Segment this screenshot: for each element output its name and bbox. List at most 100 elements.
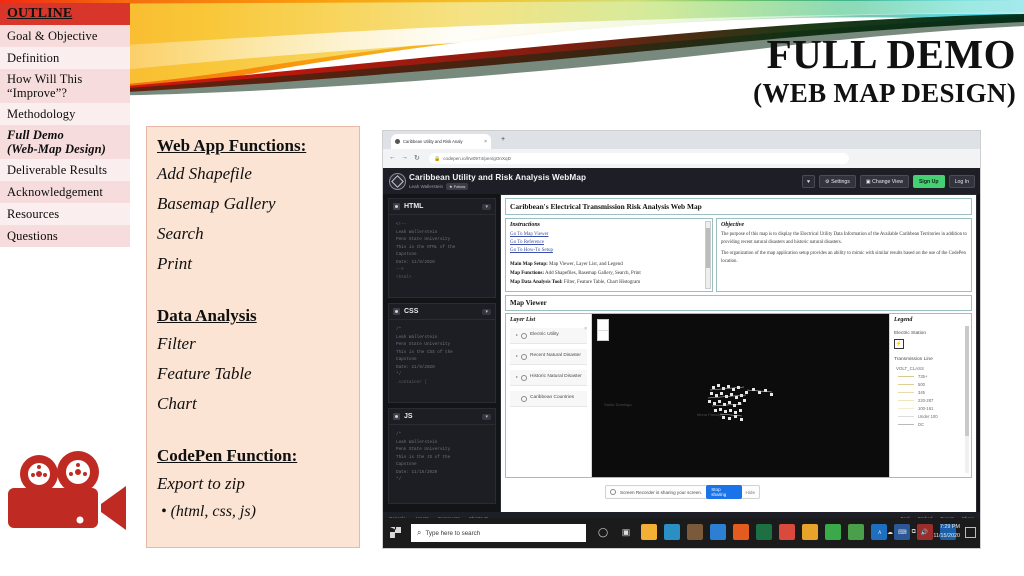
reload-icon[interactable]: ↻	[414, 154, 420, 162]
layer-item-historic-natural-disaster[interactable]: ▸ Historic Natural Disaster	[510, 370, 587, 386]
settings-button[interactable]: ⚙ Settings	[819, 175, 856, 188]
legend-class-label: 100-161	[918, 406, 934, 411]
codepen-header: Caribbean Utility and Risk Analysis WebM…	[383, 168, 980, 194]
pen-author[interactable]: Leah Wallerstein	[409, 184, 443, 189]
visibility-toggle-icon[interactable]	[521, 396, 528, 402]
browser-tab[interactable]: Caribbean Utility and Risk Analy ×	[391, 134, 491, 149]
layer-item-caribbean-countries[interactable]: ▸ Caribbean Countries	[510, 391, 587, 407]
objective-paragraph: The organization of the map application …	[721, 251, 966, 264]
link-go-to-map-viewer[interactable]: Go To Map Viewer	[510, 231, 708, 239]
windows-start-icon[interactable]	[390, 527, 401, 538]
css-pane-header[interactable]: CSS ▾	[389, 304, 495, 320]
legend-class-label: Under 100	[918, 414, 938, 419]
code-line: <!--	[396, 222, 407, 227]
chevron-right-icon[interactable]: ▸	[516, 353, 518, 359]
excel-icon[interactable]	[756, 524, 772, 540]
html-editor-pane[interactable]: HTML ▾ <!-- Leah Wallerstein Penn State …	[388, 198, 496, 298]
layer-item-recent-natural-disaster[interactable]: ▸ Recent Natural Disaster	[510, 349, 587, 365]
visibility-toggle-icon[interactable]	[521, 375, 528, 381]
sidebar-item-deliverable-results[interactable]: Deliverable Results	[0, 159, 130, 181]
html-pane-label: HTML	[404, 203, 424, 210]
notes-icon[interactable]	[802, 524, 818, 540]
stop-sharing-button[interactable]: Stop sharing	[706, 485, 742, 499]
code-line: Penn State University	[396, 237, 451, 242]
sidebar-item-acknowledgement[interactable]: Acknowledgement	[0, 181, 130, 203]
maps-icon[interactable]	[825, 524, 841, 540]
map-canvas[interactable]: Santo Domingo Mona Passage	[592, 314, 889, 477]
chevron-down-icon[interactable]: ▾	[482, 413, 491, 420]
cloud-icon[interactable]: ☁	[887, 529, 893, 536]
sidebar-item-goal-objective[interactable]: Goal & Objective	[0, 25, 130, 47]
sidebar-item-definition[interactable]: Definition	[0, 47, 130, 69]
teams-icon[interactable]	[848, 524, 864, 540]
card-heading-web-app-functions: Web App Functions:	[157, 136, 307, 155]
follow-button[interactable]: ★ Follow	[446, 183, 469, 190]
sign-up-button[interactable]: Sign Up	[912, 175, 945, 188]
card-heading-codepen-function: CodePen Function:	[157, 446, 298, 465]
search-input[interactable]: ⌕ Type here to search	[411, 524, 586, 542]
volume-icon[interactable]: 🔊	[921, 529, 928, 536]
new-tab-button[interactable]: +	[501, 136, 505, 143]
store-icon[interactable]	[687, 524, 703, 540]
legend-heading: Legend	[894, 317, 913, 323]
layer-item-electric-utility[interactable]: ▸ Electric Utility	[510, 328, 587, 344]
forward-icon[interactable]: →	[401, 154, 408, 161]
visibility-toggle-icon[interactable]	[521, 354, 528, 360]
notification-icon[interactable]	[965, 526, 976, 538]
taskbar-clock[interactable]: 7:29 PM 11/15/2020	[933, 523, 960, 541]
code-line: Leah Wallerstein	[396, 229, 438, 235]
instructions-scrollbar[interactable]	[705, 221, 711, 289]
sidebar-item-full-demo[interactable]: Full Demo (Web-Map Design)	[0, 125, 130, 159]
sidebar-item-how-will-this-improve[interactable]: How Will This “Improve”?	[0, 69, 130, 103]
hide-button[interactable]: Hide	[746, 490, 755, 495]
js-code-area[interactable]: /* Leah Wallerstein Penn State Universit…	[389, 425, 495, 488]
link-go-to-reference[interactable]: Go To Reference	[510, 239, 708, 247]
chevron-down-icon[interactable]: ▾	[482, 203, 491, 210]
legend-class-row: 220-287	[898, 398, 967, 403]
chevron-down-icon[interactable]: ▾	[482, 308, 491, 315]
display-icon[interactable]: ⧉	[912, 529, 916, 536]
js-pane-header[interactable]: JS ▾	[389, 409, 495, 425]
html-code-area[interactable]: <!-- Leah Wallerstein Penn State Univers…	[389, 215, 495, 285]
layer-label: Historic Natural Disaster	[530, 374, 582, 379]
back-icon[interactable]: ←	[389, 154, 396, 161]
address-bar[interactable]: 🔒 codepen.io/lrw0974/pen/gOnXqD	[429, 153, 849, 164]
change-view-button[interactable]: ▣ Change View	[859, 175, 909, 188]
js-pane-label: JS	[404, 413, 413, 420]
page-subtitle: (WEB MAP DESIGN)	[753, 78, 1016, 108]
chevron-right-icon[interactable]: ▸	[516, 374, 518, 380]
heart-icon[interactable]: ♥	[801, 175, 815, 188]
firefox-icon[interactable]	[733, 524, 749, 540]
css-code-area[interactable]: /* Leah Wallerstein Penn State Universit…	[389, 320, 495, 390]
html-pane-header[interactable]: HTML ▾	[389, 199, 495, 215]
js-icon	[393, 413, 400, 420]
mail-icon[interactable]	[710, 524, 726, 540]
objective-paragraph: The purpose of this map is to display th…	[721, 232, 967, 245]
chevron-right-icon[interactable]: ▸	[516, 332, 518, 338]
close-icon[interactable]: ×	[584, 326, 587, 332]
edge-icon[interactable]	[664, 524, 680, 540]
cortana-icon[interactable]: ◯	[595, 524, 611, 540]
instructions-row: Main Map Setup: Map Viewer, Layer List, …	[510, 261, 708, 269]
screen-share-notification: Screen Recorder is sharing your screen. …	[605, 485, 760, 499]
chrome-icon[interactable]	[779, 524, 795, 540]
chevron-up-icon[interactable]: ∧	[878, 529, 882, 536]
visibility-toggle-icon[interactable]	[521, 333, 528, 339]
log-in-button[interactable]: Log In	[948, 175, 975, 188]
sidebar-item-methodology[interactable]: Methodology	[0, 103, 130, 125]
code-line: -->	[396, 267, 404, 272]
sidebar-item-questions[interactable]: Questions	[0, 225, 130, 247]
sidebar-item-resources[interactable]: Resources	[0, 203, 130, 225]
css-icon	[393, 308, 400, 315]
link-go-to-how-to-setup[interactable]: Go To How-To Setup	[510, 247, 708, 255]
js-editor-pane[interactable]: JS ▾ /* Leah Wallerstein Penn State Univ…	[388, 408, 496, 504]
keyboard-icon[interactable]: ⌨	[898, 529, 907, 536]
instructions-row: Map Functions: Add Shapefiles, Basemap G…	[510, 270, 708, 278]
task-view-icon[interactable]: ▣	[618, 524, 634, 540]
outline-item-label: Full Demo	[7, 128, 64, 142]
outline-item-label: Acknowledgement	[7, 185, 103, 199]
close-icon[interactable]: ×	[484, 139, 487, 145]
legend-scrollbar[interactable]	[965, 326, 969, 473]
file-explorer-icon[interactable]	[641, 524, 657, 540]
css-editor-pane[interactable]: CSS ▾ /* Leah Wallerstein Penn State Uni…	[388, 303, 496, 403]
